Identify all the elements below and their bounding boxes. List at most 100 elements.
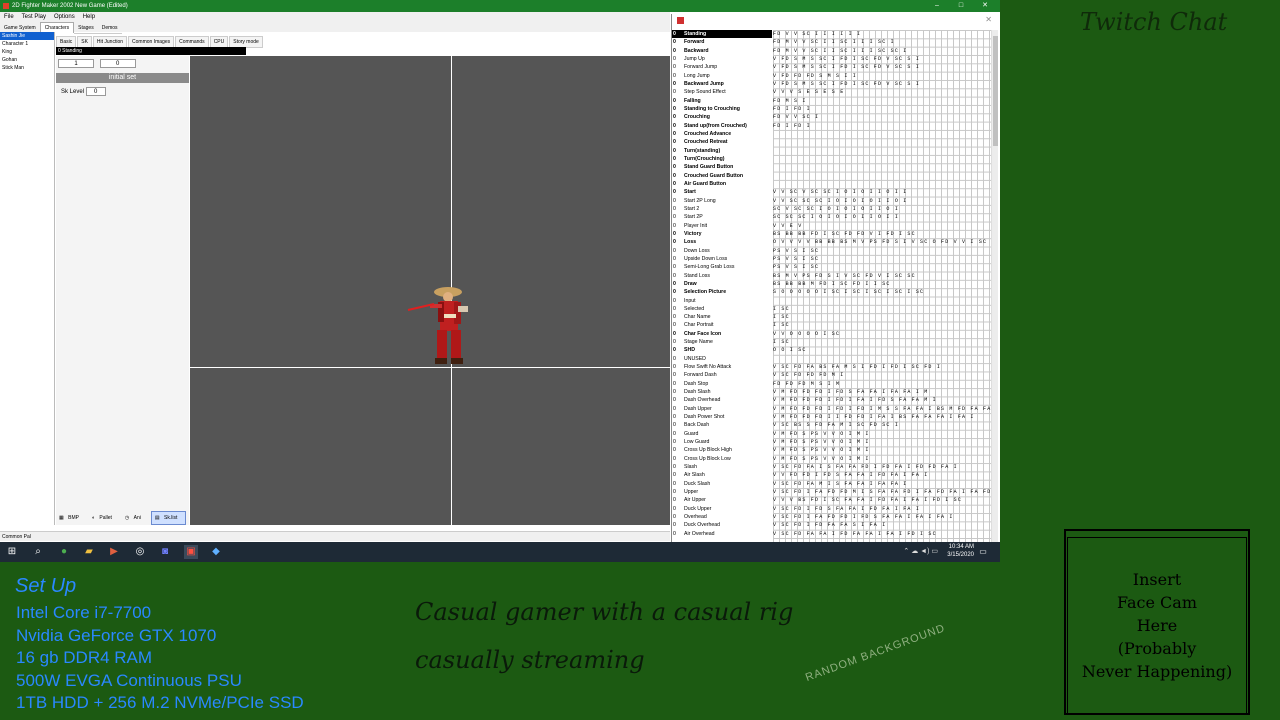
state-row[interactable]: 0 Slash xyxy=(672,463,772,471)
state-row[interactable]: 0 Victory xyxy=(672,230,772,238)
state-script-row[interactable]: V M FD FD FD I FD S FA FA I FA FA I M xyxy=(773,388,991,396)
state-row[interactable]: 0 Duck Overhead xyxy=(672,521,772,529)
state-row[interactable]: 0 Crouched Advance xyxy=(672,130,772,138)
panel-scrollbar[interactable] xyxy=(991,30,998,542)
state-script-row[interactable] xyxy=(773,138,991,146)
state-script-row[interactable]: V SC FD FA M I S FA FA I FA FA I xyxy=(773,480,991,488)
state-script-row[interactable] xyxy=(773,155,991,163)
state-row[interactable]: 0 Start 2P Long xyxy=(672,197,772,205)
state-row[interactable]: 0 Stage Name xyxy=(672,338,772,346)
state-row[interactable]: 0 Crouched Retreat xyxy=(672,138,772,146)
state-row[interactable]: 0 Backward xyxy=(672,47,772,55)
state-row[interactable]: 0 Back Dash xyxy=(672,421,772,429)
state-row[interactable]: 0 Upside Down Loss xyxy=(672,255,772,263)
state-script-row[interactable]: I SC xyxy=(773,338,991,346)
state-row[interactable]: 0 Air Slash xyxy=(672,471,772,479)
state-script-row[interactable]: O O I SC xyxy=(773,346,991,354)
minimize-button[interactable]: – xyxy=(925,0,949,12)
current-state-bar[interactable]: 0 Standing xyxy=(56,47,246,55)
state-row[interactable]: 0 Flow Swift No Attack xyxy=(672,363,772,371)
state-row[interactable]: 0 Dash Upper xyxy=(672,405,772,413)
state-row[interactable]: 0 Duck Slash xyxy=(672,480,772,488)
state-script-row[interactable]: V SC FD I FD FA FA S I FA I xyxy=(773,521,991,529)
state-script-row[interactable]: FD M V V SC I I SC I I I SC SC I xyxy=(773,47,991,55)
state-script-row[interactable]: BS BB BB FD I SC FD FD V I FD I SC xyxy=(773,230,991,238)
state-script-row[interactable]: V M FD FD FD I FD I FD I M S S FA FA I B… xyxy=(773,405,991,413)
state-script-row[interactable]: FD V V SC I xyxy=(773,113,991,121)
close-button[interactable]: ✕ xyxy=(973,0,997,12)
state-row[interactable]: 0 Start 2P xyxy=(672,213,772,221)
state-script-row[interactable]: I SC xyxy=(773,321,991,329)
state-row[interactable]: 0 Char Face Icon xyxy=(672,330,772,338)
state-script-row[interactable]: PS V S I SC xyxy=(773,247,991,255)
state-row[interactable]: 0 Falling xyxy=(672,97,772,105)
state-row[interactable]: 0 Forward Jump xyxy=(672,63,772,71)
state-row[interactable]: 0 Forward xyxy=(672,38,772,46)
state-script-row[interactable]: FD M S I xyxy=(773,97,991,105)
state-row[interactable]: 0 Turn(standing) xyxy=(672,147,772,155)
maximize-button[interactable]: □ xyxy=(949,0,973,12)
state-script-row[interactable]: O V V V V BB BB BS M V PS FD S I V SC O … xyxy=(773,238,991,246)
chrome-icon[interactable]: ● xyxy=(57,545,71,559)
state-row[interactable]: 0 Dash Overhead xyxy=(672,396,772,404)
state-script-row[interactable]: V SC FD FA FA I FD FA FA I FA I FD I SC xyxy=(773,530,991,538)
state-script-row[interactable]: V SC FD FA BS FA M S I FD I FD I SC FD I xyxy=(773,363,991,371)
state-script-row[interactable]: V V SC SC SC I O I O I O I I O I xyxy=(773,197,991,205)
state-row[interactable]: 0 Stand Guard Button xyxy=(672,163,772,171)
state-script-row[interactable]: V SC BS S FD FA M I SC FD SC I xyxy=(773,421,991,429)
state-row[interactable]: 0 Draw xyxy=(672,280,772,288)
windows-start-icon[interactable]: ⊞ xyxy=(5,545,19,559)
state-script-row[interactable]: V SC FD I FD S FA FA I FD FA I FA I xyxy=(773,505,991,513)
state-script-row[interactable]: V V SC V SC SC I O I O I I O I I xyxy=(773,188,991,196)
menu-test-play[interactable]: Test Play xyxy=(18,12,50,22)
bmp-button[interactable]: ▦ BMP xyxy=(56,512,87,524)
state-row[interactable]: 0 Dash Stop xyxy=(672,380,772,388)
state-script-row[interactable]: S O O O O O I SC I SC I SC I SC I SC xyxy=(773,288,991,296)
state-row[interactable]: 0 Crouched Guard Button xyxy=(672,172,772,180)
panel-close-icon[interactable]: ✕ xyxy=(985,15,992,24)
state-row[interactable]: 0 Down Loss xyxy=(672,247,772,255)
fighter-maker-taskbar-icon[interactable]: ▣ xyxy=(184,545,198,559)
state-script-row[interactable]: V V E V xyxy=(773,222,991,230)
field1-input[interactable]: 1 xyxy=(58,59,94,68)
state-script-row[interactable]: V FD FD FD S M S I I xyxy=(773,72,991,80)
state-row[interactable]: 0 Backward Jump xyxy=(672,80,772,88)
state-script-row[interactable] xyxy=(773,163,991,171)
state-row[interactable]: 0 Air Guard Button xyxy=(672,180,772,188)
state-row[interactable]: 0 Selection Picture xyxy=(672,288,772,296)
state-row[interactable]: 0 Dash Power Shot xyxy=(672,413,772,421)
state-row[interactable]: 0 Selected xyxy=(672,305,772,313)
character-item[interactable]: Character 1 xyxy=(0,40,54,48)
state-script-row[interactable]: V SC FD FD FD M I xyxy=(773,371,991,379)
system-tray-icons[interactable]: ⌃ ☁ ◄) ▭ xyxy=(903,547,938,555)
state-row[interactable]: 0 Standing xyxy=(672,30,772,39)
app-taskbar-icon[interactable]: ◆ xyxy=(209,545,223,559)
file-explorer-icon[interactable]: ▰ xyxy=(82,545,96,559)
state-script-row[interactable]: V V O O O O I SC xyxy=(773,330,991,338)
state-script-row[interactable]: PS V S I SC xyxy=(773,255,991,263)
state-row[interactable]: 0 Dash Slash xyxy=(672,388,772,396)
state-row[interactable]: 0 Start 2 xyxy=(672,205,772,213)
character-item[interactable]: Sashin Jie xyxy=(0,32,54,40)
sk-list-button[interactable]: ▤ Sk.list xyxy=(150,511,187,525)
state-script-grid[interactable]: FD V V SC I I I I I I FD M V V SC I I SC … xyxy=(773,30,991,542)
state-script-row[interactable] xyxy=(773,172,991,180)
ani-button[interactable]: ◷ Ani xyxy=(122,512,149,524)
pallet-button[interactable]: ◐ Pallet xyxy=(89,512,120,524)
state-script-row[interactable]: V FD S M S SC I FD I SC FD V SC S I xyxy=(773,80,991,88)
initial-set-button[interactable]: initial set xyxy=(56,73,189,83)
field2-input[interactable]: 0 xyxy=(99,59,136,68)
state-row[interactable]: 0 Stand up(from Crouched) xyxy=(672,122,772,130)
state-row[interactable]: 0 Loss xyxy=(672,238,772,246)
state-script-row[interactable]: BS BB BB M FD I SC FD I I SC xyxy=(773,280,991,288)
discord-icon[interactable]: ◙ xyxy=(158,545,172,559)
state-script-row[interactable] xyxy=(773,297,991,305)
state-script-row[interactable]: BS M V PS FD S I V SC FD V I SC SC xyxy=(773,272,991,280)
state-script-row[interactable]: V SC FD I FA FD FD I FD S FA FA I FA I F… xyxy=(773,513,991,521)
state-row[interactable]: 0 UNUSED xyxy=(672,355,772,363)
character-item[interactable]: Stick Man xyxy=(0,64,54,72)
state-script-row[interactable]: PS V S I SC xyxy=(773,263,991,271)
steam-icon[interactable]: ◎ xyxy=(133,545,147,559)
state-row[interactable]: 0 Start xyxy=(672,188,772,196)
character-item[interactable]: King xyxy=(0,48,54,56)
